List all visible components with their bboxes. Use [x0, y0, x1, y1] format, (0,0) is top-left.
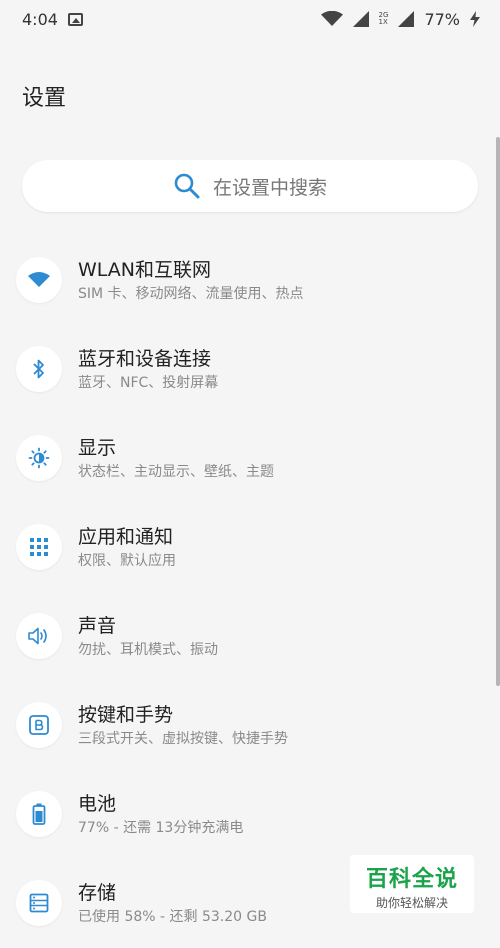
item-subtitle: 77% - 还需 13分钟充满电	[78, 820, 244, 836]
item-subtitle: 已使用 58% - 还剩 53.20 GB	[78, 909, 267, 925]
item-title: 声音	[78, 615, 117, 637]
item-subtitle: SIM 卡、移动网络、流量使用、热点	[78, 286, 304, 302]
search-bar[interactable]: 在设置中搜索	[22, 160, 478, 212]
settings-list: WLAN和互联网 SIM 卡、移动网络、流量使用、热点 蓝牙和设备连接 蓝牙、N…	[0, 236, 500, 948]
image-notification-icon	[67, 12, 83, 26]
page-title: 设置	[22, 86, 67, 111]
button-b-icon	[16, 702, 62, 748]
storage-icon	[16, 880, 62, 926]
item-title: 蓝牙和设备连接	[78, 348, 212, 370]
item-title: 存储	[78, 882, 117, 904]
settings-item-buttons-gestures[interactable]: 按键和手势 三段式开关、虚拟按键、快捷手势	[0, 681, 500, 770]
wifi-icon	[16, 257, 62, 303]
settings-item-sound[interactable]: 声音 勿扰、耳机模式、振动	[0, 592, 500, 681]
network-type: 2G 1X	[378, 11, 389, 26]
status-bar: 4:04 2G 1X 77%	[0, 0, 500, 38]
item-subtitle: 蓝牙、NFC、投射屏幕	[78, 375, 219, 391]
battery-icon	[16, 791, 62, 837]
item-subtitle: 三段式开关、虚拟按键、快捷手势	[78, 731, 288, 747]
signal-icon	[352, 11, 369, 27]
watermark-subtitle: 助你轻松解决	[375, 896, 448, 910]
watermark-title: 百科全说	[365, 867, 458, 892]
item-title: WLAN和互联网	[78, 259, 212, 281]
wifi-status-icon	[320, 11, 343, 27]
battery-percent: 77%	[424, 9, 460, 29]
search-icon	[173, 172, 201, 200]
charging-icon	[470, 11, 480, 27]
speaker-icon	[16, 613, 62, 659]
item-subtitle: 权限、默认应用	[78, 553, 176, 569]
brightness-icon	[16, 435, 62, 481]
watermark-logo: 百科全说 助你轻松解决	[350, 855, 474, 913]
item-title: 电池	[78, 793, 117, 815]
item-title: 显示	[78, 437, 117, 459]
clock: 4:04	[22, 9, 58, 29]
item-title: 按键和手势	[78, 704, 174, 726]
settings-item-battery[interactable]: 电池 77% - 还需 13分钟充满电	[0, 770, 500, 859]
scrollbar[interactable]	[496, 137, 500, 686]
settings-item-display[interactable]: 显示 状态栏、主动显示、壁纸、主题	[0, 414, 500, 503]
settings-item-wlan[interactable]: WLAN和互联网 SIM 卡、移动网络、流量使用、热点	[0, 236, 500, 325]
item-subtitle: 状态栏、主动显示、壁纸、主题	[78, 464, 274, 480]
settings-item-bluetooth[interactable]: 蓝牙和设备连接 蓝牙、NFC、投射屏幕	[0, 325, 500, 414]
bluetooth-icon	[16, 346, 62, 392]
item-title: 应用和通知	[78, 526, 174, 548]
search-placeholder: 在设置中搜索	[212, 176, 327, 199]
item-subtitle: 勿扰、耳机模式、振动	[78, 642, 218, 658]
signal-icon-2	[398, 11, 415, 27]
settings-item-apps[interactable]: 应用和通知 权限、默认应用	[0, 503, 500, 592]
apps-grid-icon	[16, 524, 62, 570]
